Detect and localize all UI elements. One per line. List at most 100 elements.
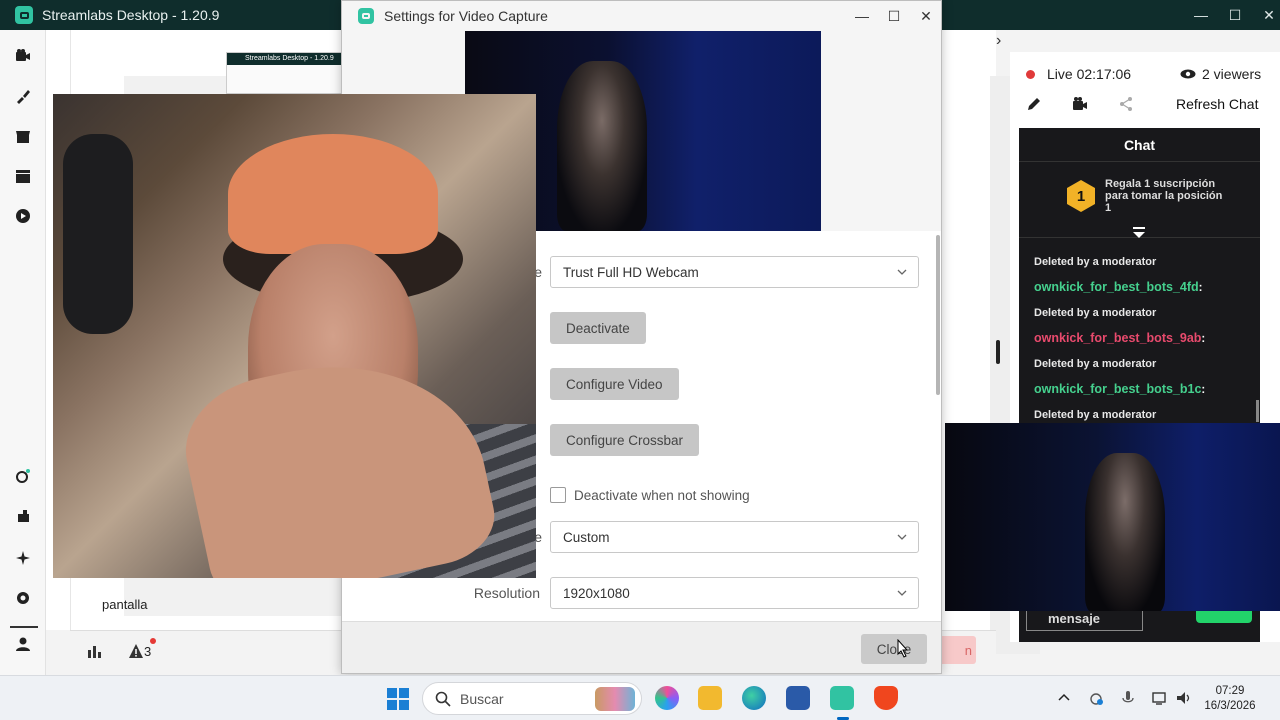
preview-thumbnail: Streamlabs Desktop - 1.20.9	[226, 52, 342, 94]
search-placeholder: Buscar	[460, 690, 504, 707]
chat-message: Deleted by a moderator	[1034, 256, 1157, 268]
refresh-chat-button[interactable]: Refresh Chat	[1176, 96, 1258, 112]
live-status: Live 02:17:06	[1026, 66, 1131, 82]
sidebar	[0, 30, 46, 675]
resolution-value: 1920x1080	[563, 586, 630, 601]
preset-value: Custom	[563, 530, 610, 545]
chat-username[interactable]: ownkick_for_best_bots_4fd	[1034, 280, 1199, 294]
clapper-icon[interactable]	[15, 168, 31, 184]
dialog-scrollbar[interactable]	[936, 235, 940, 395]
chat-message-user[interactable]: ownkick_for_best_bots_9ab:	[1034, 326, 1254, 352]
play-circle-icon[interactable]	[15, 208, 31, 224]
network-icon[interactable]	[1152, 690, 1168, 706]
warning-count: 3	[144, 643, 152, 659]
live-timer: Live 02:17:06	[1047, 66, 1132, 82]
taskbar-search[interactable]: Buscar	[422, 682, 642, 715]
cap-shape	[228, 134, 438, 254]
person-icon[interactable]	[15, 636, 31, 652]
checkbox-label: Deactivate when not showing	[574, 487, 750, 503]
chat-username[interactable]: ownkick_for_best_bots_b1c	[1034, 382, 1201, 396]
chat-username[interactable]: ownkick_for_best_bots_9ab	[1034, 331, 1201, 345]
chat-scrollbar[interactable]	[1256, 400, 1259, 422]
minimize-icon[interactable]: —	[1184, 0, 1218, 30]
search-icon	[435, 691, 451, 707]
dialog-window-controls: — ☐ ✕	[846, 1, 942, 31]
chat-input[interactable]: mensaje	[1026, 611, 1143, 631]
deactivate-checkbox[interactable]	[550, 487, 566, 503]
store-icon[interactable]	[15, 128, 31, 144]
close-button[interactable]: Close	[861, 634, 927, 664]
camera-icon[interactable]	[15, 48, 31, 64]
chevron-up-icon[interactable]	[1056, 690, 1072, 706]
dialog-titlebar: Settings for Video Capture — ☐ ✕	[342, 1, 941, 31]
device-value: Trust Full HD Webcam	[563, 265, 699, 280]
store-app-icon[interactable]	[786, 686, 810, 710]
streamlabs-logo-icon	[358, 8, 374, 24]
share-icon[interactable]	[1118, 96, 1134, 112]
eye-icon	[1180, 69, 1196, 79]
scene-label[interactable]: pantalla	[102, 597, 148, 612]
paint-icon[interactable]	[15, 88, 31, 104]
configure-video-button[interactable]: Configure Video	[550, 368, 679, 400]
microphone-icon[interactable]	[1120, 690, 1136, 706]
notification-dot	[150, 638, 156, 644]
edge-icon[interactable]	[742, 686, 766, 710]
go-live-button[interactable]: n	[936, 636, 976, 664]
dialog-title: Settings for Video Capture	[384, 8, 548, 24]
chevron-down-icon[interactable]	[1131, 226, 1147, 240]
deactivate-button[interactable]: Deactivate	[550, 312, 646, 344]
chevron-down-icon	[897, 269, 907, 275]
system-clock[interactable]: 07:29 16/3/2026	[1200, 684, 1260, 714]
chevron-right-icon[interactable]: ›	[996, 32, 1001, 50]
file-explorer-icon[interactable]	[698, 686, 722, 710]
maximize-icon[interactable]: ☐	[878, 1, 910, 31]
app-window-controls: — ☐ ✕	[1184, 0, 1280, 30]
extensions-icon[interactable]	[15, 508, 31, 524]
preview-person	[557, 61, 647, 231]
link-icon[interactable]	[15, 468, 31, 484]
streamlabs-taskbar-icon[interactable]	[830, 686, 854, 710]
chat-separator: :	[1198, 282, 1203, 294]
close-icon[interactable]: ✕	[910, 1, 942, 31]
settings-gear-icon[interactable]	[15, 590, 31, 606]
maximize-icon[interactable]: ☐	[1218, 0, 1252, 30]
close-icon[interactable]: ✕	[1252, 0, 1280, 30]
chat-message-user[interactable]: ownkick_for_best_bots_4fd:	[1034, 275, 1254, 301]
resize-handle[interactable]	[996, 340, 1000, 364]
chat-message-user[interactable]: ownkick_for_best_bots_b1c:	[1034, 377, 1254, 403]
warning-indicator[interactable]: 3	[128, 643, 151, 659]
cam-person	[1085, 453, 1165, 611]
clock-date: 16/3/2026	[1204, 700, 1256, 712]
clock-time: 07:29	[1215, 685, 1245, 697]
device-select[interactable]: Trust Full HD Webcam	[550, 256, 919, 288]
windows-start-icon[interactable]	[387, 688, 409, 710]
copilot-icon[interactable]	[655, 686, 679, 710]
webcam-overlay-photo	[53, 94, 536, 578]
viewer-count: 2 viewers	[1180, 66, 1261, 82]
camera-icon[interactable]	[1072, 96, 1088, 112]
resolution-label: Resolution	[473, 585, 540, 601]
rank-badge: 1	[1067, 180, 1095, 212]
chevron-down-icon	[897, 534, 907, 540]
bar-chart-icon[interactable]	[86, 643, 102, 659]
chat-message: Deleted by a moderator	[1034, 358, 1157, 370]
chat-message: Deleted by a moderator	[1034, 307, 1157, 319]
deactivate-when-not-showing-row[interactable]: Deactivate when not showing	[550, 487, 750, 503]
chat-send-button[interactable]	[1196, 611, 1252, 623]
cloud-icon[interactable]	[1088, 690, 1104, 706]
chevron-down-icon	[897, 590, 907, 596]
chat-messages: Deleted by a moderator ownkick_for_best_…	[1034, 250, 1254, 428]
sidebar-divider	[10, 626, 38, 628]
pencil-icon[interactable]	[1026, 96, 1042, 112]
minimize-icon[interactable]: —	[846, 1, 878, 31]
preset-select[interactable]: Custom	[550, 521, 919, 553]
hand-shape	[173, 336, 503, 578]
brave-icon[interactable]	[874, 686, 898, 710]
resolution-select[interactable]: 1920x1080	[550, 577, 919, 609]
chat-header: Chat	[1019, 128, 1260, 162]
search-highlight-icon	[595, 687, 635, 711]
volume-icon[interactable]	[1176, 690, 1192, 706]
sparkle-icon[interactable]	[15, 550, 31, 566]
configure-crossbar-button[interactable]: Configure Crossbar	[550, 424, 700, 456]
warning-icon	[129, 644, 143, 658]
